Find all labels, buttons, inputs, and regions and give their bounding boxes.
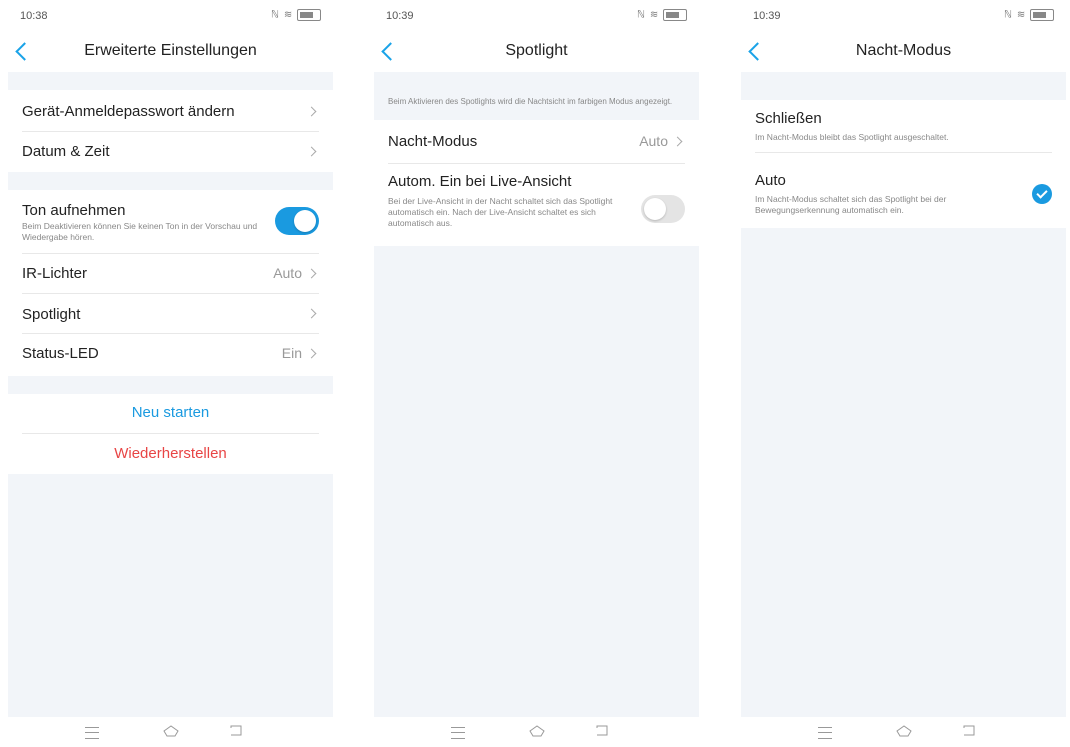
night-mode-content: Schließen Im Nacht-Modus bleibt das Spot… bbox=[741, 72, 1066, 717]
navigation-bar bbox=[0, 717, 341, 747]
night-mode-value: Auto bbox=[639, 133, 683, 149]
battery-icon bbox=[297, 9, 321, 21]
spotlight-chevron bbox=[302, 305, 317, 321]
battery-icon bbox=[663, 9, 687, 21]
menu-icon[interactable] bbox=[451, 727, 465, 739]
status-bar: 10:38 ℕ ≋ bbox=[0, 0, 341, 34]
status-icons-text: ℕ ≋ bbox=[271, 9, 294, 21]
autom-row: Autom. Ein bei Live-Ansicht Bei der Live… bbox=[374, 163, 699, 246]
header: Spotlight bbox=[366, 34, 707, 72]
datetime-row[interactable]: Datum & Zeit bbox=[8, 131, 333, 172]
menu-icon[interactable] bbox=[85, 727, 99, 739]
status-time: 10:38 bbox=[20, 10, 48, 22]
password-chevron bbox=[302, 103, 317, 119]
home-icon[interactable] bbox=[895, 723, 912, 739]
ir-label: IR-Lichter bbox=[22, 265, 88, 282]
status-bar: 10:39 ℕ ≋ bbox=[733, 0, 1070, 34]
night-mode-label: Nacht-Modus bbox=[388, 133, 478, 150]
home-icon[interactable] bbox=[162, 723, 179, 739]
night-mode-row[interactable]: Nacht-Modus Auto bbox=[374, 120, 699, 163]
restore-button[interactable]: Wiederherstellen bbox=[8, 445, 333, 462]
ir-row[interactable]: IR-Lichter Auto bbox=[8, 253, 333, 293]
led-value-text: Ein bbox=[281, 345, 302, 361]
chevron-right-icon bbox=[306, 268, 317, 279]
spotlight-row[interactable]: Spotlight bbox=[8, 293, 333, 333]
divider bbox=[22, 433, 319, 434]
status-icons-text: ℕ ≋ bbox=[1004, 9, 1027, 21]
datetime-label: Datum & Zeit bbox=[22, 143, 110, 160]
battery-icon bbox=[1030, 9, 1054, 21]
screen-spotlight: 10:39 ℕ ≋ Spotlight Beim Aktivieren des … bbox=[366, 0, 707, 747]
status-time: 10:39 bbox=[386, 10, 414, 22]
sound-toggle[interactable] bbox=[275, 207, 319, 235]
screen-advanced-settings: 10:38 ℕ ≋ Erweiterte Einstellungen Gerät… bbox=[0, 0, 341, 747]
chevron-right-icon bbox=[306, 146, 317, 157]
chevron-right-icon bbox=[306, 348, 317, 359]
navigation-bar bbox=[733, 717, 1070, 747]
status-time: 10:39 bbox=[753, 10, 781, 22]
home-icon[interactable] bbox=[528, 723, 545, 739]
sound-row: Ton aufnehmen Beim Deaktivieren können S… bbox=[8, 190, 333, 253]
status-icons: ℕ ≋ bbox=[1004, 9, 1054, 21]
night-mode-value-text: Auto bbox=[639, 133, 668, 149]
spotlight-info: Beim Aktivieren des Spotlights wird die … bbox=[388, 97, 673, 106]
option-close-description: Im Nacht-Modus bleibt das Spotlight ausg… bbox=[755, 132, 949, 142]
chevron-right-icon bbox=[306, 308, 317, 319]
back-nav-icon[interactable] bbox=[228, 723, 244, 739]
led-label: Status-LED bbox=[22, 345, 99, 362]
back-nav-icon[interactable] bbox=[594, 723, 610, 739]
ir-value-text: Auto bbox=[273, 265, 302, 281]
chevron-right-icon bbox=[672, 136, 683, 147]
toggle-knob bbox=[294, 210, 316, 232]
check-icon bbox=[1032, 184, 1052, 204]
status-icons: ℕ ≋ bbox=[271, 9, 321, 21]
autom-toggle[interactable] bbox=[641, 195, 685, 223]
actions-group: Neu starten Wiederherstellen bbox=[8, 394, 333, 474]
status-icons: ℕ ≋ bbox=[637, 9, 687, 21]
header: Erweiterte Einstellungen bbox=[0, 34, 341, 72]
settings-group-2: Ton aufnehmen Beim Deaktivieren können S… bbox=[8, 190, 333, 376]
option-close-label: Schließen bbox=[755, 110, 822, 127]
option-close[interactable]: Schließen Im Nacht-Modus bleibt das Spot… bbox=[741, 100, 1066, 152]
autom-description: Bei der Live-Ansicht in der Nacht schalt… bbox=[388, 196, 613, 228]
led-value: Ein bbox=[281, 345, 317, 361]
chevron-right-icon bbox=[306, 106, 317, 117]
menu-icon[interactable] bbox=[818, 727, 832, 739]
toggle-knob bbox=[644, 198, 666, 220]
status-bar: 10:39 ℕ ≋ bbox=[366, 0, 707, 34]
spotlight-content: Beim Aktivieren des Spotlights wird die … bbox=[374, 72, 699, 717]
spotlight-group: Nacht-Modus Auto Autom. Ein bei Live-Ans… bbox=[374, 120, 699, 246]
settings-content: Gerät-Anmeldepasswort ändern Datum & Zei… bbox=[8, 72, 333, 717]
sound-description: Beim Deaktivieren können Sie keinen Ton … bbox=[22, 221, 258, 242]
spotlight-label: Spotlight bbox=[22, 306, 81, 323]
header: Nacht-Modus bbox=[733, 34, 1070, 72]
status-icons-text: ℕ ≋ bbox=[637, 9, 660, 21]
password-row[interactable]: Gerät-Anmeldepasswort ändern bbox=[8, 90, 333, 131]
option-auto[interactable]: Auto Im Nacht-Modus schaltet sich das Sp… bbox=[741, 152, 1066, 228]
settings-group-1: Gerät-Anmeldepasswort ändern Datum & Zei… bbox=[8, 90, 333, 172]
page-title: Spotlight bbox=[505, 42, 568, 59]
autom-label: Autom. Ein bei Live-Ansicht bbox=[388, 173, 572, 190]
option-auto-description: Im Nacht-Modus schaltet sich das Spotlig… bbox=[755, 194, 947, 215]
page-title: Nacht-Modus bbox=[855, 42, 952, 59]
screen-night-mode: 10:39 ℕ ≋ Nacht-Modus Schließen Im Nacht… bbox=[733, 0, 1070, 747]
navigation-bar bbox=[366, 717, 707, 747]
back-nav-icon[interactable] bbox=[961, 723, 977, 739]
night-mode-options: Schließen Im Nacht-Modus bleibt das Spot… bbox=[741, 100, 1066, 228]
led-row[interactable]: Status-LED Ein bbox=[8, 333, 333, 376]
password-label: Gerät-Anmeldepasswort ändern bbox=[22, 103, 235, 120]
option-auto-label: Auto bbox=[755, 172, 786, 189]
sound-label: Ton aufnehmen bbox=[22, 202, 126, 219]
restart-button[interactable]: Neu starten bbox=[8, 404, 333, 421]
ir-value: Auto bbox=[273, 265, 317, 281]
datetime-chevron bbox=[302, 143, 317, 159]
page-title: Erweiterte Einstellungen bbox=[84, 42, 257, 59]
